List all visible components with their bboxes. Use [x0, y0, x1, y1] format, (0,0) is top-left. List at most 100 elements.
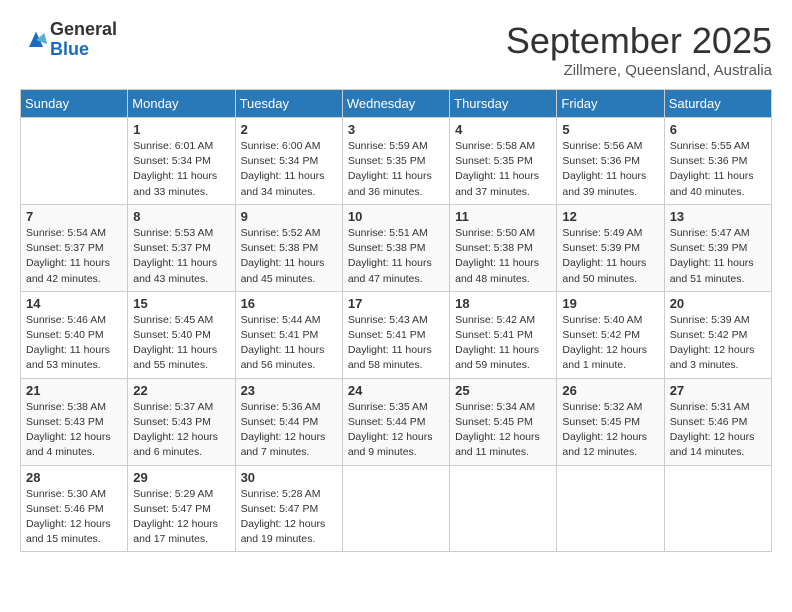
day-number: 26: [562, 383, 658, 398]
day-info: Sunrise: 6:00 AMSunset: 5:34 PMDaylight:…: [241, 139, 337, 200]
day-info: Sunrise: 5:30 AMSunset: 5:46 PMDaylight:…: [26, 487, 122, 548]
calendar-cell: 28 Sunrise: 5:30 AMSunset: 5:46 PMDayligh…: [21, 465, 128, 552]
calendar-cell: 21 Sunrise: 5:38 AMSunset: 5:43 PMDayligh…: [21, 378, 128, 465]
calendar-cell: 10 Sunrise: 5:51 AMSunset: 5:38 PMDayligh…: [342, 204, 449, 291]
day-info: Sunrise: 5:37 AMSunset: 5:43 PMDaylight:…: [133, 400, 229, 461]
logo-blue-text: Blue: [50, 40, 117, 60]
calendar-cell: 13Sunrise: 5:47 AMSunset: 5:39 PMDayligh…: [664, 204, 771, 291]
calendar-cell: 18Sunrise: 5:42 AMSunset: 5:41 PMDayligh…: [450, 291, 557, 378]
day-number: 8: [133, 209, 229, 224]
week-row-4: 21 Sunrise: 5:38 AMSunset: 5:43 PMDayligh…: [21, 378, 772, 465]
day-number: 10: [348, 209, 444, 224]
calendar-cell: 1Sunrise: 6:01 AMSunset: 5:34 PMDaylight…: [128, 118, 235, 205]
calendar-body: 1Sunrise: 6:01 AMSunset: 5:34 PMDaylight…: [21, 118, 772, 552]
calendar-cell: [557, 465, 664, 552]
day-info: Sunrise: 5:58 AMSunset: 5:35 PMDaylight:…: [455, 139, 551, 200]
day-info: Sunrise: 5:50 AMSunset: 5:38 PMDaylight:…: [455, 226, 551, 287]
day-number: 17: [348, 296, 444, 311]
weekday-header-sunday: Sunday: [21, 90, 128, 118]
calendar-cell: 7 Sunrise: 5:54 AMSunset: 5:37 PMDaylight…: [21, 204, 128, 291]
day-info: Sunrise: 5:51 AMSunset: 5:38 PMDaylight:…: [348, 226, 444, 287]
calendar-cell: 14 Sunrise: 5:46 AMSunset: 5:40 PMDayligh…: [21, 291, 128, 378]
day-number: 11: [455, 209, 551, 224]
day-info: Sunrise: 5:34 AMSunset: 5:45 PMDaylight:…: [455, 400, 551, 461]
day-number: 12: [562, 209, 658, 224]
day-number: 14: [26, 296, 122, 311]
day-info: Sunrise: 5:39 AMSunset: 5:42 PMDaylight:…: [670, 313, 766, 374]
day-number: 28: [26, 470, 122, 485]
day-info: Sunrise: 5:55 AMSunset: 5:36 PMDaylight:…: [670, 139, 766, 200]
weekday-header-monday: Monday: [128, 90, 235, 118]
calendar-cell: 24Sunrise: 5:35 AMSunset: 5:44 PMDayligh…: [342, 378, 449, 465]
calendar-cell: 16 Sunrise: 5:44 AMSunset: 5:41 PMDayligh…: [235, 291, 342, 378]
calendar-cell: 12Sunrise: 5:49 AMSunset: 5:39 PMDayligh…: [557, 204, 664, 291]
day-info: Sunrise: 5:38 AMSunset: 5:43 PMDaylight:…: [26, 400, 122, 461]
day-info: Sunrise: 6:01 AMSunset: 5:34 PMDaylight:…: [133, 139, 229, 200]
day-number: 15: [133, 296, 229, 311]
day-number: 22: [133, 383, 229, 398]
calendar-cell: 23Sunrise: 5:36 AMSunset: 5:44 PMDayligh…: [235, 378, 342, 465]
weekday-header-friday: Friday: [557, 90, 664, 118]
week-row-2: 7 Sunrise: 5:54 AMSunset: 5:37 PMDaylight…: [21, 204, 772, 291]
calendar-cell: [664, 465, 771, 552]
day-info: Sunrise: 5:46 AMSunset: 5:40 PMDaylight:…: [26, 313, 122, 374]
day-number: 19: [562, 296, 658, 311]
week-row-3: 14 Sunrise: 5:46 AMSunset: 5:40 PMDayligh…: [21, 291, 772, 378]
logo: General Blue: [20, 20, 117, 60]
weekday-header-thursday: Thursday: [450, 90, 557, 118]
calendar-cell: 8 Sunrise: 5:53 AMSunset: 5:37 PMDaylight…: [128, 204, 235, 291]
title-block: September 2025 Zillmere, Queensland, Aus…: [506, 20, 772, 79]
day-info: Sunrise: 5:29 AMSunset: 5:47 PMDaylight:…: [133, 487, 229, 548]
day-info: Sunrise: 5:53 AMSunset: 5:37 PMDaylight:…: [133, 226, 229, 287]
location-subtitle: Zillmere, Queensland, Australia: [506, 62, 772, 79]
day-info: Sunrise: 5:56 AMSunset: 5:36 PMDaylight:…: [562, 139, 658, 200]
calendar-cell: 3 Sunrise: 5:59 AMSunset: 5:35 PMDaylight…: [342, 118, 449, 205]
weekday-header-tuesday: Tuesday: [235, 90, 342, 118]
day-number: 21: [26, 383, 122, 398]
day-number: 6: [670, 122, 766, 137]
calendar-cell: 29Sunrise: 5:29 AMSunset: 5:47 PMDayligh…: [128, 465, 235, 552]
day-info: Sunrise: 5:43 AMSunset: 5:41 PMDaylight:…: [348, 313, 444, 374]
day-number: 27: [670, 383, 766, 398]
day-number: 24: [348, 383, 444, 398]
calendar-cell: 4 Sunrise: 5:58 AMSunset: 5:35 PMDaylight…: [450, 118, 557, 205]
week-row-1: 1Sunrise: 6:01 AMSunset: 5:34 PMDaylight…: [21, 118, 772, 205]
day-number: 5: [562, 122, 658, 137]
day-info: Sunrise: 5:36 AMSunset: 5:44 PMDaylight:…: [241, 400, 337, 461]
day-number: 25: [455, 383, 551, 398]
calendar-cell: 22 Sunrise: 5:37 AMSunset: 5:43 PMDayligh…: [128, 378, 235, 465]
calendar-cell: [450, 465, 557, 552]
day-number: 30: [241, 470, 337, 485]
day-number: 16: [241, 296, 337, 311]
day-info: Sunrise: 5:59 AMSunset: 5:35 PMDaylight:…: [348, 139, 444, 200]
day-number: 20: [670, 296, 766, 311]
calendar-cell: [342, 465, 449, 552]
calendar-cell: 20 Sunrise: 5:39 AMSunset: 5:42 PMDayligh…: [664, 291, 771, 378]
day-info: Sunrise: 5:40 AMSunset: 5:42 PMDaylight:…: [562, 313, 658, 374]
calendar-cell: 30 Sunrise: 5:28 AMSunset: 5:47 PMDayligh…: [235, 465, 342, 552]
calendar-cell: 27 Sunrise: 5:31 AMSunset: 5:46 PMDayligh…: [664, 378, 771, 465]
day-info: Sunrise: 5:28 AMSunset: 5:47 PMDaylight:…: [241, 487, 337, 548]
calendar-cell: 11 Sunrise: 5:50 AMSunset: 5:38 PMDayligh…: [450, 204, 557, 291]
day-info: Sunrise: 5:45 AMSunset: 5:40 PMDaylight:…: [133, 313, 229, 374]
day-info: Sunrise: 5:32 AMSunset: 5:45 PMDaylight:…: [562, 400, 658, 461]
calendar-cell: 15 Sunrise: 5:45 AMSunset: 5:40 PMDayligh…: [128, 291, 235, 378]
day-info: Sunrise: 5:54 AMSunset: 5:37 PMDaylight:…: [26, 226, 122, 287]
calendar-cell: 5 Sunrise: 5:56 AMSunset: 5:36 PMDaylight…: [557, 118, 664, 205]
day-info: Sunrise: 5:44 AMSunset: 5:41 PMDaylight:…: [241, 313, 337, 374]
day-info: Sunrise: 5:47 AMSunset: 5:39 PMDaylight:…: [670, 226, 766, 287]
calendar-header: SundayMondayTuesdayWednesdayThursdayFrid…: [21, 90, 772, 118]
day-info: Sunrise: 5:52 AMSunset: 5:38 PMDaylight:…: [241, 226, 337, 287]
day-number: 9: [241, 209, 337, 224]
calendar-cell: 26 Sunrise: 5:32 AMSunset: 5:45 PMDayligh…: [557, 378, 664, 465]
day-number: 2: [241, 122, 337, 137]
weekday-header-wednesday: Wednesday: [342, 90, 449, 118]
calendar-cell: 9 Sunrise: 5:52 AMSunset: 5:38 PMDaylight…: [235, 204, 342, 291]
day-number: 3: [348, 122, 444, 137]
day-number: 4: [455, 122, 551, 137]
day-number: 7: [26, 209, 122, 224]
page-header: General Blue September 2025 Zillmere, Qu…: [20, 20, 772, 79]
logo-general-text: General: [50, 20, 117, 40]
day-info: Sunrise: 5:31 AMSunset: 5:46 PMDaylight:…: [670, 400, 766, 461]
logo-icon: [22, 26, 50, 54]
